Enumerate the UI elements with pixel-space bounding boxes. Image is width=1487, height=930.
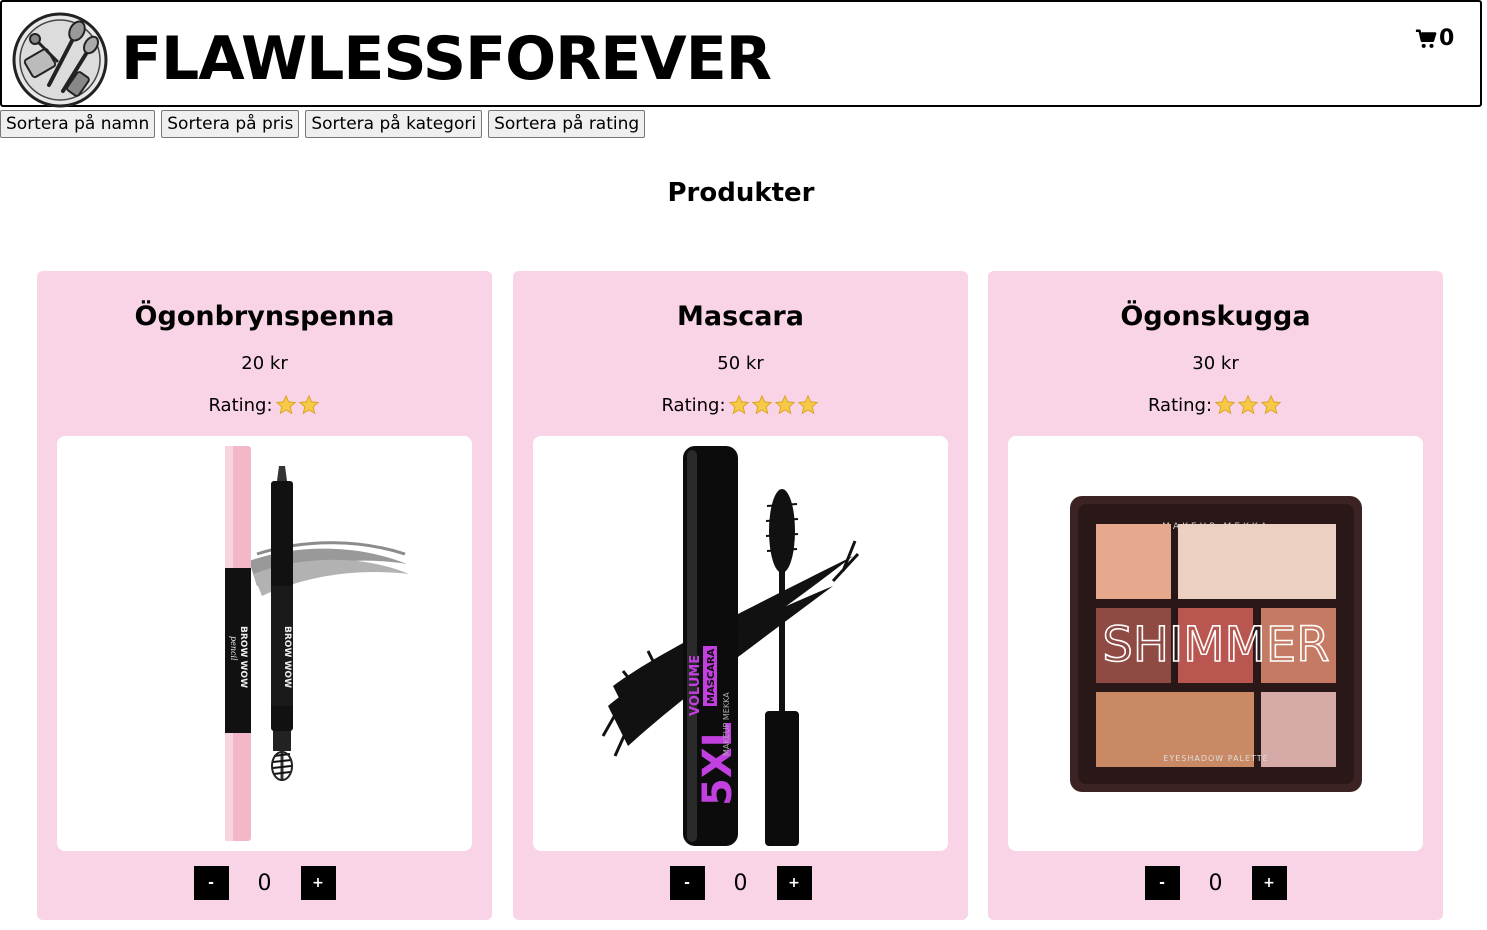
star-icon	[774, 394, 795, 415]
star-icon	[298, 394, 319, 415]
decrease-quantity-button[interactable]: -	[193, 866, 229, 900]
rating-stars	[728, 394, 820, 416]
mascara-image: 5XL VOLUME MASCARA MAKEUP MEKKA	[533, 436, 948, 851]
site-header: FLAWLESSFOREVER 0	[0, 0, 1482, 109]
sort-by-category-button[interactable]: Sortera på kategori	[305, 110, 483, 138]
product-name: Ögonbrynspenna	[134, 301, 395, 332]
star-icon	[728, 394, 749, 415]
increase-quantity-button[interactable]: +	[1251, 866, 1287, 900]
rating-label: Rating:	[1147, 394, 1213, 416]
sort-by-rating-button[interactable]: Sortera på rating	[488, 110, 646, 138]
star-icon	[751, 394, 772, 415]
sort-by-price-button[interactable]: Sortera på pris	[161, 110, 300, 138]
rating-label: Rating:	[661, 394, 726, 416]
product-rating: Rating:	[513, 394, 968, 416]
cart-button[interactable]: 0	[1415, 26, 1454, 51]
rating-stars	[275, 394, 321, 416]
quantity-value: 0	[733, 870, 748, 896]
product-rating: Rating:	[988, 394, 1443, 416]
decrease-quantity-button[interactable]: -	[1144, 866, 1180, 900]
mascara-maker: MAKEUP MEKKA	[722, 692, 731, 756]
star-icon	[275, 394, 296, 415]
product-card: Ögonskugga 30 kr Rating: MAKEUP MEKKA SH…	[988, 271, 1443, 920]
product-rating: Rating:	[37, 394, 492, 416]
rating-label: Rating:	[208, 394, 273, 416]
palette-subtitle: EYESHADOW PALETTE	[1163, 754, 1268, 763]
makeup-brushes-icon[interactable]	[11, 11, 109, 109]
mascara-volume: VOLUME	[688, 655, 703, 716]
product-card: Mascara 50 kr Rating: 5XL VOLUME MASCARA…	[513, 271, 968, 920]
product-price: 20 kr	[241, 353, 288, 374]
star-icon	[1260, 394, 1282, 415]
product-card: Ögonbrynspenna 20 kr Rating: BROW WOW pe…	[37, 271, 492, 920]
brow-pencil-image: BROW WOW pencil BROW WOW	[57, 436, 472, 851]
pencil-label-2: BROW WOW	[282, 626, 292, 688]
mascara-brand: 5XL	[695, 722, 741, 806]
star-icon	[1214, 394, 1236, 415]
increase-quantity-button[interactable]: +	[300, 866, 336, 900]
star-icon	[1237, 394, 1259, 415]
palette-shimmer: SHIMMER	[1102, 617, 1329, 673]
shopping-cart-icon	[1415, 29, 1437, 48]
product-price: 50 kr	[717, 353, 764, 374]
product-name: Ögonskugga	[1120, 301, 1311, 332]
quantity-stepper: - 0 +	[988, 866, 1443, 900]
star-icon	[797, 394, 818, 415]
rating-stars	[1214, 394, 1283, 416]
sort-by-name-button[interactable]: Sortera på namn	[0, 110, 156, 138]
decrease-quantity-button[interactable]: -	[669, 866, 705, 900]
eyeshadow-palette-image: MAKEUP MEKKA SHIMMER EYESHADOW PALETTE	[1008, 436, 1423, 851]
cart-count: 0	[1439, 26, 1455, 51]
pencil-label: BROW WOW	[238, 626, 248, 688]
mascara-type: MASCARA	[706, 648, 717, 704]
quantity-value: 0	[257, 870, 272, 896]
product-name: Mascara	[677, 301, 804, 332]
pencil-sublabel: pencil	[229, 636, 238, 661]
quantity-stepper: - 0 +	[513, 866, 968, 900]
increase-quantity-button[interactable]: +	[776, 866, 812, 900]
product-price: 30 kr	[1192, 353, 1239, 374]
quantity-value: 0	[1208, 870, 1223, 896]
brand-title: FLAWLESSFOREVER	[121, 24, 772, 94]
products-heading: Produkter	[667, 178, 815, 208]
quantity-stepper: - 0 +	[37, 866, 492, 900]
sort-toolbar: Sortera på namn Sortera på pris Sortera …	[0, 110, 646, 138]
